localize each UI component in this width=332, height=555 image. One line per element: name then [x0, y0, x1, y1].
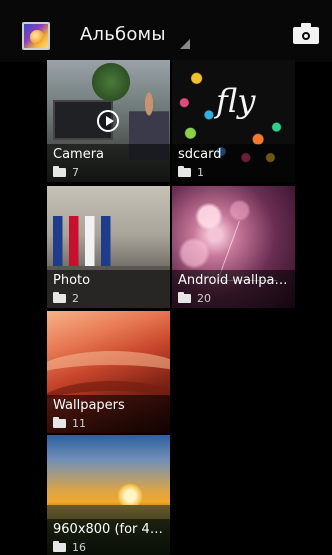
album-tile-photo[interactable]: Photo 2	[47, 186, 170, 308]
play-icon	[97, 110, 119, 132]
album-title: Photo	[53, 273, 91, 288]
album-title: Camera	[53, 147, 105, 162]
camera-button[interactable]	[293, 22, 319, 44]
album-title: Android wallpap...	[178, 273, 293, 288]
album-tile-camera[interactable]: Camera 7	[47, 60, 170, 182]
fly-logo: fly	[216, 82, 256, 120]
album-title: sdcard	[178, 147, 222, 162]
spinner-label: Альбомы	[80, 24, 166, 45]
album-view-spinner[interactable]: Альбомы	[80, 22, 190, 52]
folder-icon	[53, 292, 66, 303]
folder-icon	[53, 166, 66, 177]
album-count: 1	[178, 166, 204, 179]
folder-icon	[178, 166, 191, 177]
folder-icon	[53, 417, 66, 428]
album-count: 2	[53, 292, 79, 305]
album-count: 20	[178, 292, 211, 305]
spinner-arrow-icon	[180, 39, 190, 49]
folder-icon	[53, 541, 66, 552]
album-tile-android-wallpapers[interactable]: Android wallpap... 20	[172, 186, 295, 308]
album-title: 960x800 (for 48...	[53, 522, 168, 537]
album-count: 16	[53, 541, 86, 554]
album-count: 11	[53, 417, 86, 430]
gallery-icon[interactable]	[22, 22, 50, 50]
album-tile-sdcard[interactable]: fly sdcard 1	[172, 60, 295, 182]
action-bar: Альбомы	[0, 0, 332, 62]
folder-icon	[178, 292, 191, 303]
album-title: Wallpapers	[53, 398, 125, 413]
album-tile-wallpapers[interactable]: Wallpapers 11	[47, 311, 170, 433]
album-count: 7	[53, 166, 79, 179]
album-tile-960x800[interactable]: 960x800 (for 48... 16	[47, 435, 170, 555]
